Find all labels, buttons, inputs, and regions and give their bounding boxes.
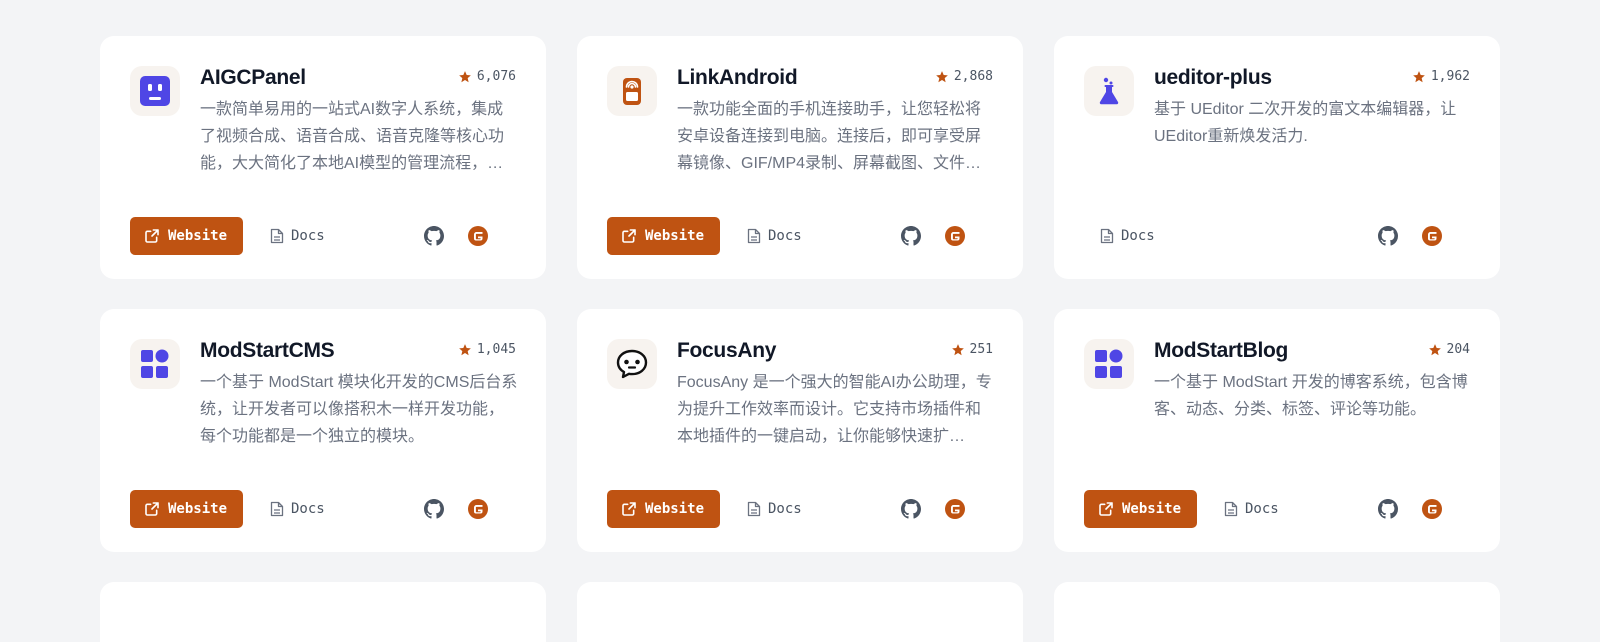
star-count-value: 204 — [1446, 342, 1470, 357]
star-icon — [936, 70, 948, 82]
project-description: 一个基于 ModStart 开发的博客系统，包含博客、动态、分类、标签、评论等功… — [1154, 374, 1468, 418]
card-actions: Docs — [1084, 217, 1470, 255]
document-icon — [747, 501, 761, 517]
website-button-label: Website — [645, 228, 705, 244]
star-count: 204 — [1428, 342, 1470, 357]
star-icon — [459, 70, 471, 82]
github-icon[interactable] — [901, 499, 921, 519]
star-count-value: 2,868 — [953, 69, 993, 84]
document-icon — [270, 501, 284, 517]
docs-button[interactable]: Docs — [1100, 217, 1155, 255]
gitee-icon[interactable] — [945, 499, 965, 519]
flask-icon — [1084, 66, 1134, 116]
github-icon[interactable] — [1378, 226, 1398, 246]
project-description: 基于 UEditor 二次开发的富文本编辑器，让UEditor重新焕发活力. — [1154, 101, 1457, 145]
github-icon[interactable] — [901, 226, 921, 246]
project-card-partial — [577, 582, 1023, 642]
star-icon — [951, 343, 964, 355]
project-title: LinkAndroid — [677, 66, 798, 89]
star-count: 1,962 — [1412, 69, 1470, 84]
external-link-icon — [145, 502, 159, 516]
docs-button-label: Docs — [291, 501, 325, 517]
docs-button[interactable]: Docs — [747, 217, 802, 255]
external-link-icon — [145, 229, 159, 243]
card-actions: Website Docs — [130, 490, 516, 528]
document-icon — [1224, 501, 1238, 517]
project-card: LinkAndroid 2,868 一款功能全面的手机连接助手，让您轻松将安卓设… — [577, 36, 1023, 279]
external-link-icon — [622, 229, 636, 243]
website-button[interactable]: Website — [1084, 490, 1198, 528]
document-icon — [747, 228, 761, 244]
document-icon — [270, 228, 284, 244]
project-card: ueditor-plus 1,962 基于 UEditor 二次开发的富文本编辑… — [1054, 36, 1500, 279]
gitee-icon[interactable] — [1422, 499, 1442, 519]
modules-grid-icon — [1084, 339, 1134, 389]
card-actions: Website Docs — [607, 490, 993, 528]
github-icon[interactable] — [424, 226, 444, 246]
project-description: 一款简单易用的一站式AI数字人系统，集成了视频合成、语音合成、语音克隆等核心功能… — [200, 101, 505, 172]
project-card: AIGCPanel 6,076 一款简单易用的一站式AI数字人系统，集成了视频合… — [100, 36, 546, 279]
star-count: 251 — [951, 342, 993, 357]
website-button-label: Website — [168, 228, 228, 244]
project-title: FocusAny — [677, 339, 777, 362]
phone-broadcast-icon — [607, 66, 657, 116]
project-card-partial — [1054, 582, 1500, 642]
github-icon[interactable] — [424, 499, 444, 519]
card-actions: Website Docs — [607, 217, 993, 255]
star-count: 6,076 — [458, 69, 516, 84]
website-button[interactable]: Website — [130, 490, 244, 528]
project-title: ueditor-plus — [1154, 66, 1272, 89]
website-button-label: Website — [645, 501, 705, 517]
chat-bubble-face-icon — [607, 339, 657, 389]
docs-button-label: Docs — [768, 501, 802, 517]
docs-button[interactable]: Docs — [747, 490, 802, 528]
star-icon — [459, 343, 471, 355]
project-grid: AIGCPanel 6,076 一款简单易用的一站式AI数字人系统，集成了视频合… — [100, 36, 1500, 642]
project-card-partial — [100, 582, 546, 642]
github-icon[interactable] — [1378, 499, 1398, 519]
document-icon — [1100, 228, 1114, 244]
project-title: ModStartCMS — [200, 339, 335, 362]
star-count-value: 1,962 — [1430, 69, 1470, 84]
docs-button-label: Docs — [768, 228, 802, 244]
project-card: ModStartBlog 204 一个基于 ModStart 开发的博客系统，包… — [1054, 309, 1500, 552]
external-link-icon — [622, 502, 636, 516]
website-button[interactable]: Website — [607, 217, 721, 255]
robot-face-icon — [130, 66, 180, 116]
docs-button-label: Docs — [291, 228, 325, 244]
star-count: 1,045 — [458, 342, 516, 357]
project-description: FocusAny 是一个强大的智能AI办公助理，专为提升工作效率而设计。它支持市… — [677, 374, 992, 445]
external-link-icon — [1099, 502, 1113, 516]
project-card: ModStartCMS 1,045 一个基于 ModStart 模块化开发的CM… — [100, 309, 546, 552]
star-count-value: 251 — [969, 342, 993, 357]
modules-grid-icon — [130, 339, 180, 389]
docs-button-label: Docs — [1245, 501, 1279, 517]
website-button-label: Website — [1122, 501, 1182, 517]
docs-button[interactable]: Docs — [270, 217, 325, 255]
docs-button[interactable]: Docs — [1224, 490, 1279, 528]
star-count: 2,868 — [935, 69, 993, 84]
gitee-icon[interactable] — [468, 226, 488, 246]
gitee-icon[interactable] — [468, 499, 488, 519]
project-title: AIGCPanel — [200, 66, 306, 89]
project-description: 一款功能全面的手机连接助手，让您轻松将安卓设备连接到电脑。连接后，即可享受屏幕镜… — [677, 101, 982, 172]
project-description: 一个基于 ModStart 模块化开发的CMS后台系统，让开发者可以像搭积木一样… — [200, 374, 518, 445]
project-title: ModStartBlog — [1154, 339, 1289, 362]
website-button[interactable]: Website — [130, 217, 244, 255]
card-actions: Website Docs — [1084, 490, 1470, 528]
docs-button-label: Docs — [1121, 228, 1155, 244]
gitee-icon[interactable] — [945, 226, 965, 246]
gitee-icon[interactable] — [1422, 226, 1442, 246]
star-icon — [1428, 343, 1441, 355]
card-actions: Website Docs — [130, 217, 516, 255]
website-button[interactable]: Website — [607, 490, 721, 528]
website-button-label: Website — [168, 501, 228, 517]
star-count-value: 6,076 — [476, 69, 516, 84]
docs-button[interactable]: Docs — [270, 490, 325, 528]
star-count-value: 1,045 — [476, 342, 516, 357]
star-icon — [1413, 70, 1425, 82]
project-card: FocusAny 251 FocusAny 是一个强大的智能AI办公助理，专为提… — [577, 309, 1023, 552]
